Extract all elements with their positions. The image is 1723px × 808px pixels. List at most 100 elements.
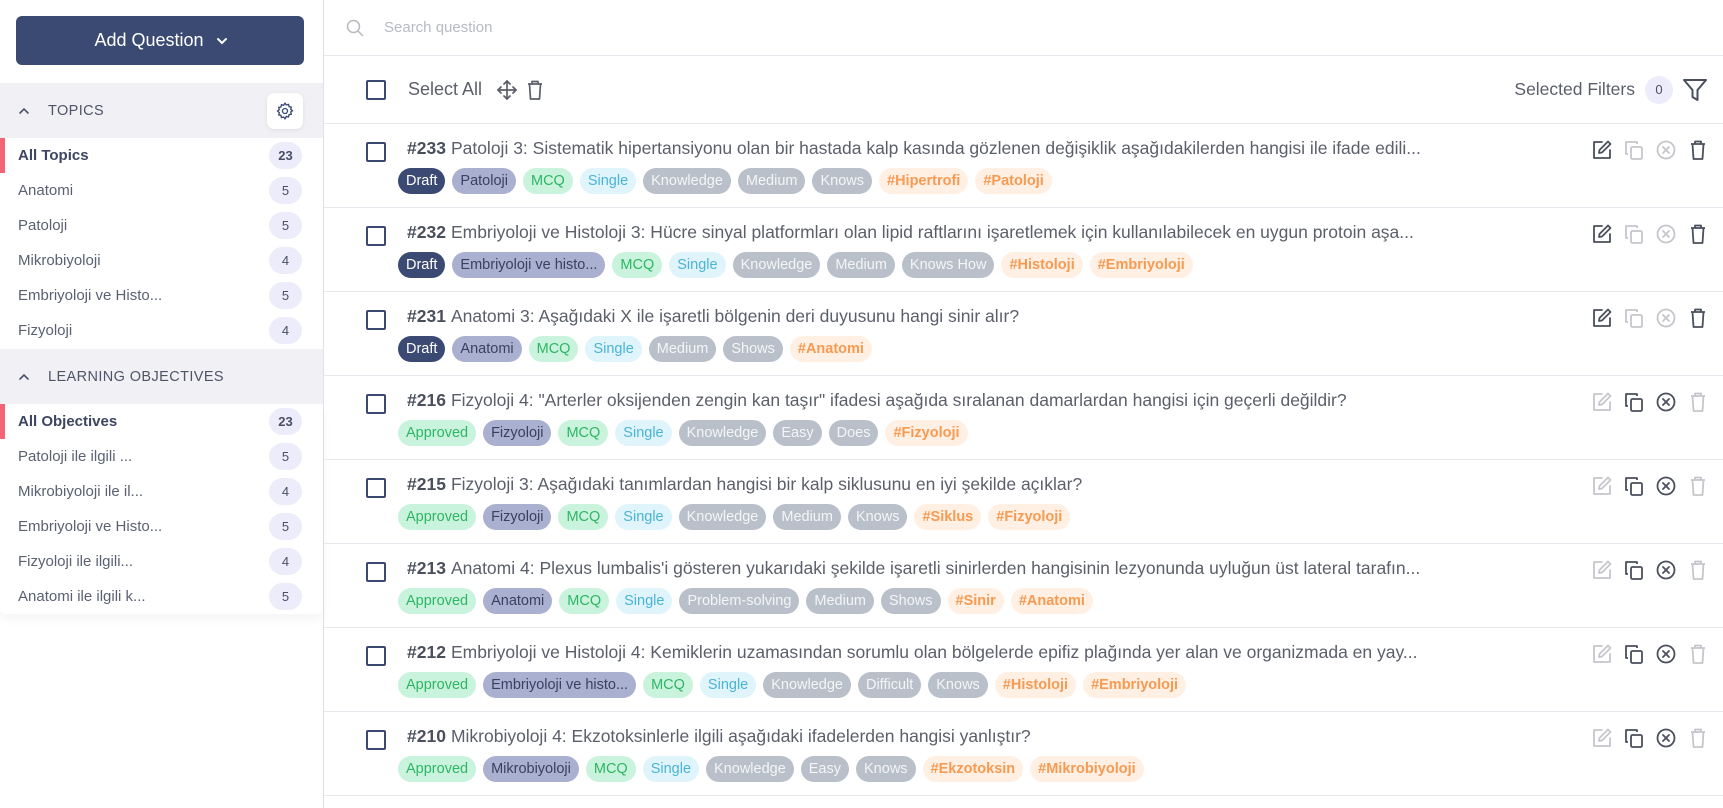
status-badge: Approved (398, 588, 477, 614)
topics-settings-button[interactable] (267, 93, 303, 129)
objective-count-badge: 23 (269, 408, 302, 435)
objective-count-badge: 4 (269, 548, 302, 575)
reject-icon[interactable] (1654, 474, 1677, 497)
question-title[interactable]: #213 Anatomi 4: Plexus lumbalis'i göstere… (407, 558, 1567, 579)
question-checkbox[interactable] (366, 562, 386, 582)
delete-icon[interactable] (1686, 138, 1709, 161)
question-tags: Approved Fizyoloji MCQ Single Knowledge Mediu… (398, 504, 1071, 530)
topics-section-header[interactable]: TOPICS (0, 83, 323, 138)
question-id: #215 (407, 474, 446, 494)
select-all-checkbox[interactable] (366, 79, 386, 100)
reject-icon[interactable] (1654, 390, 1677, 413)
topic-label: Fizyoloji (18, 322, 73, 339)
question-title[interactable]: #212 Embriyoloji ve Histoloji 4: Kemikler… (407, 642, 1567, 663)
edit-icon[interactable] (1590, 222, 1613, 245)
meta-tag: Shows (723, 336, 783, 362)
topic-item[interactable]: Mikrobiyoloji 4 (0, 243, 323, 278)
reject-icon[interactable] (1654, 558, 1677, 581)
topic-item[interactable]: Patoloji 5 (0, 208, 323, 243)
search-input[interactable] (384, 19, 984, 36)
objective-label: Mikrobiyoloji ile il... (18, 483, 144, 500)
question-actions (1590, 558, 1709, 581)
question-row[interactable]: #213 Anatomi 4: Plexus lumbalis'i göstere… (324, 544, 1723, 628)
question-actions (1590, 138, 1709, 161)
question-row[interactable]: #210 Mikrobiyoloji 4: Ekzotoksinlerle ilg… (324, 712, 1723, 796)
topic-item[interactable]: Anatomi 5 (0, 173, 323, 208)
objective-item-all[interactable]: All Objectives 23 (0, 404, 323, 439)
objective-item[interactable]: Anatomi ile ilgili k... 5 (0, 579, 323, 614)
question-row[interactable]: #232 Embriyoloji ve Histoloji 3: Hücre si… (324, 208, 1723, 292)
type-tag: MCQ (643, 672, 693, 698)
chevron-up-icon[interactable] (18, 105, 30, 117)
question-title[interactable]: #210 Mikrobiyoloji 4: Ekzotoksinlerle ilg… (407, 726, 1567, 747)
meta-tag: Knowledge (763, 672, 851, 698)
question-checkbox[interactable] (366, 730, 386, 750)
question-id: #210 (407, 726, 446, 746)
edit-icon (1590, 474, 1613, 497)
meta-tag: Easy (800, 756, 850, 782)
question-tags: Draft Patoloji MCQ Single Knowledge Medium Kno… (398, 168, 1052, 194)
question-row[interactable]: #212 Embriyoloji ve Histoloji 4: Kemikler… (324, 628, 1723, 712)
edit-icon[interactable] (1590, 306, 1613, 329)
question-checkbox[interactable] (366, 226, 386, 246)
question-checkbox[interactable] (366, 646, 386, 666)
topic-item[interactable]: Embriyoloji ve Histo... 5 (0, 278, 323, 313)
question-row[interactable]: #215 Fizyoloji 3: Aşağıdaki tanımlardan h… (324, 460, 1723, 544)
question-checkbox[interactable] (366, 142, 386, 162)
search-bar (324, 0, 1723, 56)
reject-icon[interactable] (1654, 726, 1677, 749)
objective-count-badge: 4 (269, 478, 302, 505)
question-title[interactable]: #233 Patoloji 3: Sistematik hipertansiyon… (407, 138, 1567, 159)
question-checkbox[interactable] (366, 478, 386, 498)
question-checkbox[interactable] (366, 394, 386, 414)
question-row[interactable]: #233 Patoloji 3: Sistematik hipertansiyon… (324, 124, 1723, 208)
copy-icon[interactable] (1622, 390, 1645, 413)
chevron-up-icon[interactable] (18, 371, 30, 383)
copy-icon[interactable] (1622, 474, 1645, 497)
copy-icon (1622, 138, 1645, 161)
copy-icon[interactable] (1622, 726, 1645, 749)
question-row[interactable]: #216 Fizyoloji 4: "Arterler oksijenden ze… (324, 376, 1723, 460)
delete-icon (1686, 558, 1709, 581)
objective-item[interactable]: Embriyoloji ve Histo... 5 (0, 509, 323, 544)
bulk-delete-icon[interactable] (524, 79, 546, 101)
question-tags: Draft Embriyoloji ve histo... MCQ Single Kno… (398, 252, 1193, 278)
topic-label: Mikrobiyoloji (18, 252, 101, 269)
edit-icon[interactable] (1590, 138, 1613, 161)
hashtag-tag: #Anatomi (1010, 588, 1093, 614)
objectives-section-header[interactable]: LEARNING OBJECTIVES (0, 349, 323, 404)
question-title[interactable]: #231 Anatomi 3: Aşağıdaki X ile işaretli … (407, 306, 1567, 327)
question-tags: Approved Anatomi MCQ Single Problem-solving M… (398, 588, 1093, 614)
filter-icon[interactable] (1681, 76, 1709, 104)
objective-item[interactable]: Patoloji ile ilgili ... 5 (0, 439, 323, 474)
question-row[interactable]: #231 Anatomi 3: Aşağıdaki X ile işaretli … (324, 292, 1723, 376)
meta-tag: Knowledge (706, 756, 794, 782)
topics-list: All Topics 23 Anatomi 5 Patoloji 5 Mikrobiy… (0, 138, 323, 348)
topic-item[interactable]: Fizyoloji 4 (0, 313, 323, 348)
add-question-button[interactable]: Add Question (16, 16, 304, 65)
reject-icon[interactable] (1654, 642, 1677, 665)
question-title[interactable]: #216 Fizyoloji 4: "Arterler oksijenden ze… (407, 390, 1567, 411)
question-text: Anatomi 3: Aşağıdaki X ile işaretli bölg… (450, 306, 1020, 326)
objective-item[interactable]: Fizyoloji ile ilgili... 4 (0, 544, 323, 579)
topic-item-all[interactable]: All Topics 23 (0, 138, 323, 173)
copy-icon[interactable] (1622, 558, 1645, 581)
meta-tag: Knows (847, 504, 908, 530)
move-icon[interactable] (496, 79, 518, 101)
objective-item[interactable]: Mikrobiyoloji ile il... 4 (0, 474, 323, 509)
hashtag-tag: #Histoloji (994, 672, 1077, 698)
question-title[interactable]: #215 Fizyoloji 3: Aşağıdaki tanımlardan h… (407, 474, 1567, 495)
hashtag-tag: #Mikrobiyoloji (1030, 756, 1144, 782)
select-all-label[interactable]: Select All (408, 79, 482, 100)
delete-icon (1686, 642, 1709, 665)
status-badge: Approved (398, 504, 477, 530)
reject-icon (1654, 138, 1677, 161)
meta-tag: Knowledge (643, 168, 731, 194)
question-text: Patoloji 3: Sistematik hipertansiyonu ol… (450, 138, 1421, 158)
copy-icon[interactable] (1622, 642, 1645, 665)
question-title[interactable]: #232 Embriyoloji ve Histoloji 3: Hücre si… (407, 222, 1567, 243)
delete-icon[interactable] (1686, 306, 1709, 329)
hashtag-tag: #Sinir (947, 588, 1004, 614)
question-checkbox[interactable] (366, 310, 386, 330)
delete-icon[interactable] (1686, 222, 1709, 245)
